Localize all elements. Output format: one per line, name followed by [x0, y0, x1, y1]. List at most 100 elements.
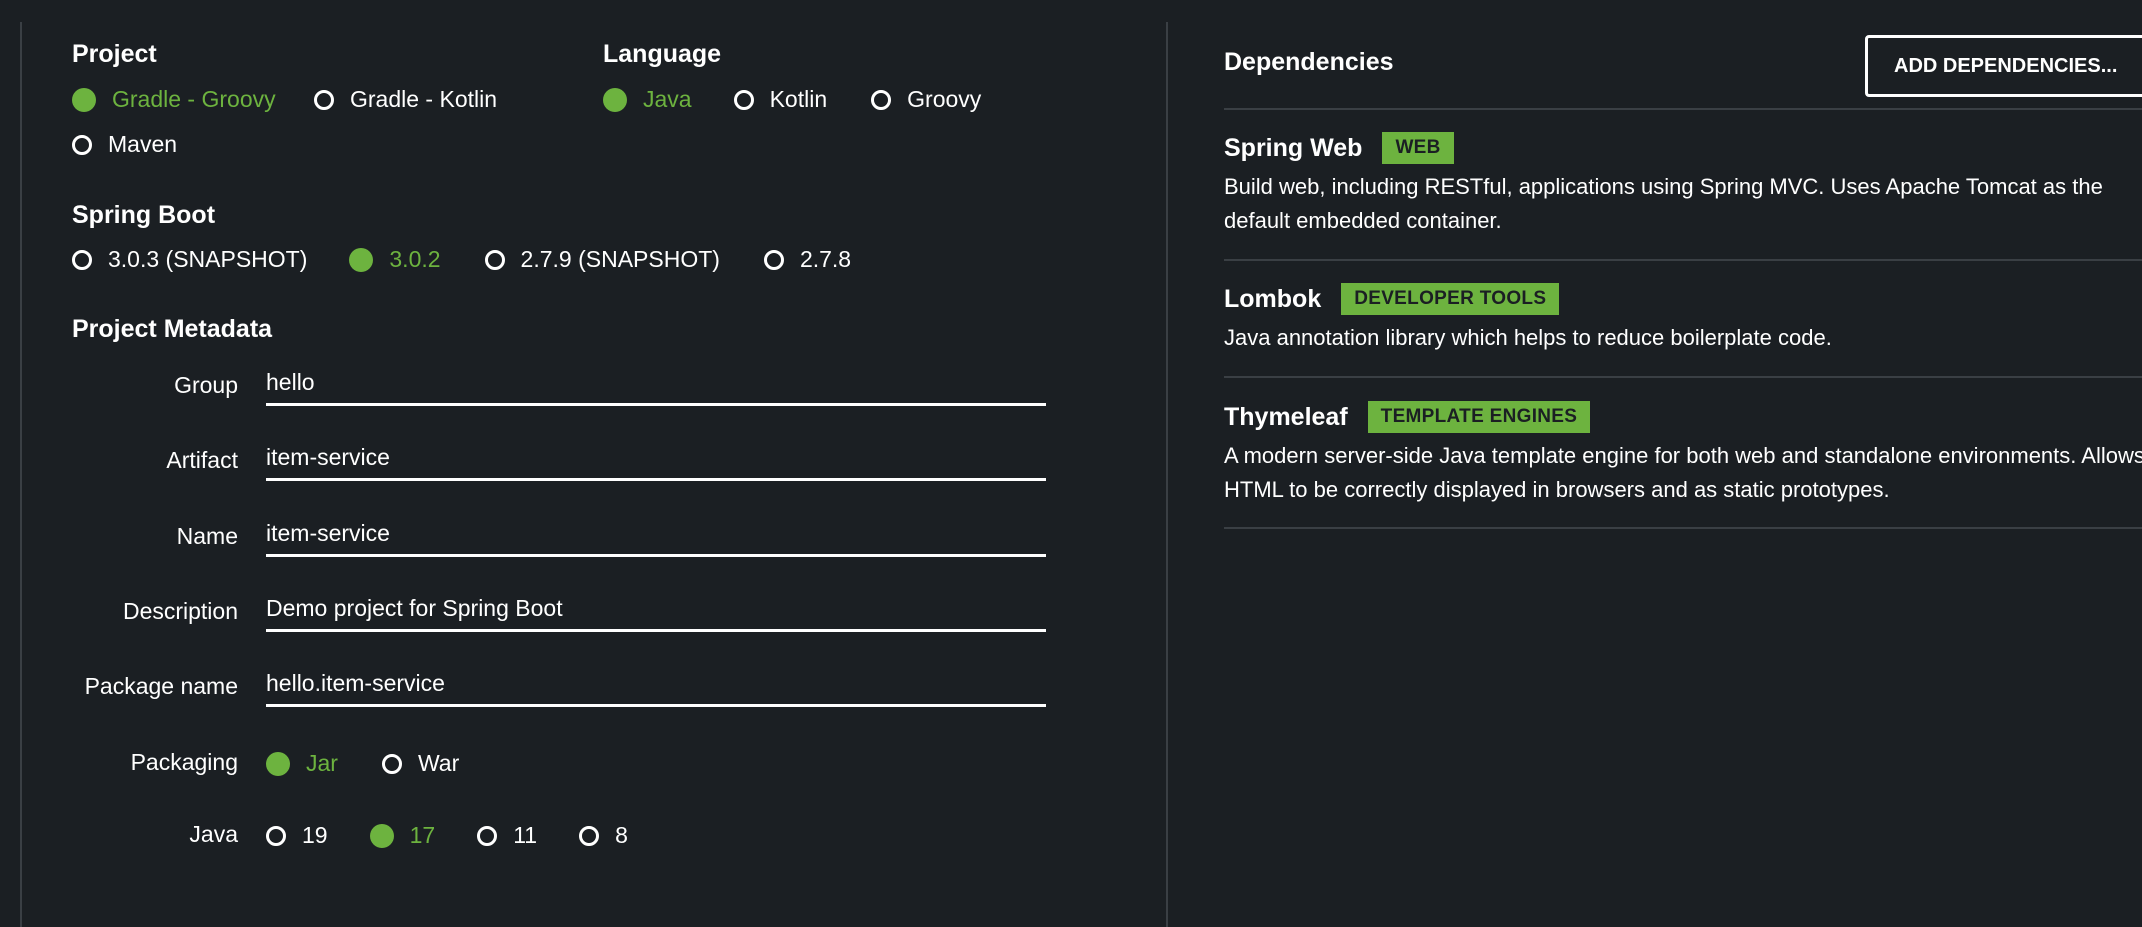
artifact-input[interactable] [266, 437, 1046, 481]
project-radio-gradle-groovy[interactable]: Gradle - Groovy [72, 86, 276, 113]
package-name-label: Package name [84, 673, 238, 699]
java-radio-8[interactable]: 8 [579, 822, 628, 849]
name-label: Name [176, 523, 238, 549]
description-line: Build web, including RESTful, applicatio… [1224, 174, 2103, 199]
radio-label: Gradle - Kotlin [350, 86, 498, 112]
java-radio-17[interactable]: 17 [369, 822, 436, 849]
divider [1224, 376, 2142, 378]
spring-boot-radio-279-snapshot[interactable]: 2.7.9 (SNAPSHOT) [484, 246, 720, 273]
description-label: Description [122, 598, 238, 624]
radio-label: Jar [306, 750, 338, 776]
radio-label: 17 [409, 822, 436, 848]
column-divider [1166, 22, 1168, 927]
project-radio-group-3: Maven [72, 131, 177, 158]
radio-indicator [763, 249, 784, 270]
package-name-input[interactable] [266, 663, 1046, 707]
packaging-label: Packaging [130, 749, 238, 775]
radio-label: Groovy [907, 86, 982, 112]
packaging-radio-war[interactable]: War [381, 750, 460, 777]
radio-selected-indicator [603, 87, 627, 112]
language-radio-group: Java Kotlin Groovy [603, 86, 981, 113]
spring-boot-radio-group: 3.0.3 (SNAPSHOT) 3.0.2 2.7.9 (SNAPSHOT) … [72, 246, 851, 273]
radio-label: 8 [615, 822, 628, 848]
radio-indicator [477, 825, 498, 846]
language-radio-kotlin[interactable]: Kotlin [733, 86, 828, 113]
description-input[interactable] [266, 588, 1046, 632]
description-line: A modern server-side Java template engin… [1224, 443, 2142, 468]
language-radio-groovy[interactable]: Groovy [871, 86, 981, 113]
radio-indicator [579, 825, 600, 846]
dependency-category-badge: DEVELOPER TOOLS [1341, 283, 1560, 315]
spring-initializr-page: Project Gradle - Groovy Gradle - Kotlin … [0, 0, 2142, 927]
project-metadata-title: Project Metadata [72, 315, 273, 343]
spring-boot-title: Spring Boot [72, 201, 216, 229]
spring-boot-radio-302[interactable]: 3.0.2 [349, 246, 441, 273]
radio-indicator [733, 89, 754, 110]
left-divider [20, 22, 22, 927]
radio-indicator [871, 89, 892, 110]
dependency-name: Thymeleaf [1224, 402, 1348, 431]
radio-label: 2.7.9 (SNAPSHOT) [520, 246, 720, 272]
java-radio-19[interactable]: 19 [266, 822, 328, 849]
radio-label: Kotlin [769, 86, 828, 112]
java-version-radio-group: 19 17 11 8 [266, 822, 628, 849]
language-radio-java[interactable]: Java [603, 86, 692, 113]
dependency-header: Spring Web WEB [1224, 132, 2142, 164]
radio-indicator [381, 753, 402, 774]
description-line: HTML to be correctly displayed in browse… [1224, 477, 1890, 502]
spring-boot-radio-303-snapshot[interactable]: 3.0.3 (SNAPSHOT) [72, 246, 307, 273]
radio-label: 19 [302, 822, 328, 848]
dependency-item-lombok: Lombok DEVELOPER TOOLS Java annotation l… [1224, 283, 2142, 355]
dependency-category-badge: WEB [1382, 132, 1454, 164]
dependency-description: Build web, including RESTful, applicatio… [1224, 170, 2142, 238]
packaging-radio-group: Jar War [266, 750, 459, 777]
radio-indicator [72, 134, 92, 155]
dependency-name: Spring Web [1224, 133, 1363, 162]
add-dependencies-button[interactable]: ADD DEPENDENCIES... [1865, 35, 2142, 97]
project-radio-gradle-kotlin[interactable]: Gradle - Kotlin [314, 86, 497, 113]
group-label: Group [174, 372, 238, 398]
language-title: Language [603, 40, 722, 68]
radio-label: 2.7.8 [799, 246, 852, 272]
dependency-header: Thymeleaf TEMPLATE ENGINES [1224, 401, 2142, 433]
radio-label: Gradle - Groovy [112, 86, 276, 112]
packaging-radio-jar[interactable]: Jar [266, 750, 338, 777]
divider [1224, 108, 2142, 110]
dependency-header: Lombok DEVELOPER TOOLS [1224, 283, 2142, 315]
radio-label: Java [643, 86, 692, 112]
project-radio-group: Gradle - Groovy [72, 86, 276, 113]
description-line: Java annotation library which helps to r… [1224, 325, 1832, 350]
spring-boot-radio-278[interactable]: 2.7.8 [763, 246, 852, 273]
project-title: Project [72, 40, 157, 68]
dependency-name: Lombok [1224, 284, 1322, 313]
radio-label: 3.0.3 (SNAPSHOT) [108, 246, 308, 272]
name-input[interactable] [266, 513, 1046, 557]
artifact-label: Artifact [166, 447, 238, 473]
radio-selected-indicator [72, 87, 96, 112]
radio-label: 11 [513, 822, 538, 848]
dependency-category-badge: TEMPLATE ENGINES [1367, 401, 1591, 433]
dependency-item-thymeleaf: Thymeleaf TEMPLATE ENGINES A modern serv… [1224, 401, 2142, 507]
radio-selected-indicator [349, 247, 374, 272]
dependency-item-spring-web: Spring Web WEB Build web, including REST… [1224, 132, 2142, 238]
java-version-label: Java [189, 821, 238, 847]
radio-label: Maven [108, 131, 178, 157]
radio-indicator [314, 89, 334, 110]
group-input[interactable] [266, 362, 1046, 406]
dependency-description: A modern server-side Java template engin… [1224, 439, 2142, 507]
project-radio-maven[interactable]: Maven [72, 131, 177, 158]
dependency-description: Java annotation library which helps to r… [1224, 321, 2142, 355]
java-radio-11[interactable]: 11 [477, 822, 537, 849]
radio-selected-indicator [266, 751, 290, 776]
radio-indicator [72, 249, 92, 270]
radio-indicator [484, 249, 505, 270]
project-radio-group-2: Gradle - Kotlin [314, 86, 497, 113]
dependencies-title: Dependencies [1224, 48, 1394, 76]
divider [1224, 527, 2142, 529]
divider [1224, 259, 2142, 261]
radio-selected-indicator [369, 823, 394, 848]
radio-indicator [266, 825, 286, 846]
radio-label: 3.0.2 [389, 246, 441, 272]
radio-label: War [417, 750, 460, 776]
description-line: default embedded container. [1224, 208, 1502, 233]
